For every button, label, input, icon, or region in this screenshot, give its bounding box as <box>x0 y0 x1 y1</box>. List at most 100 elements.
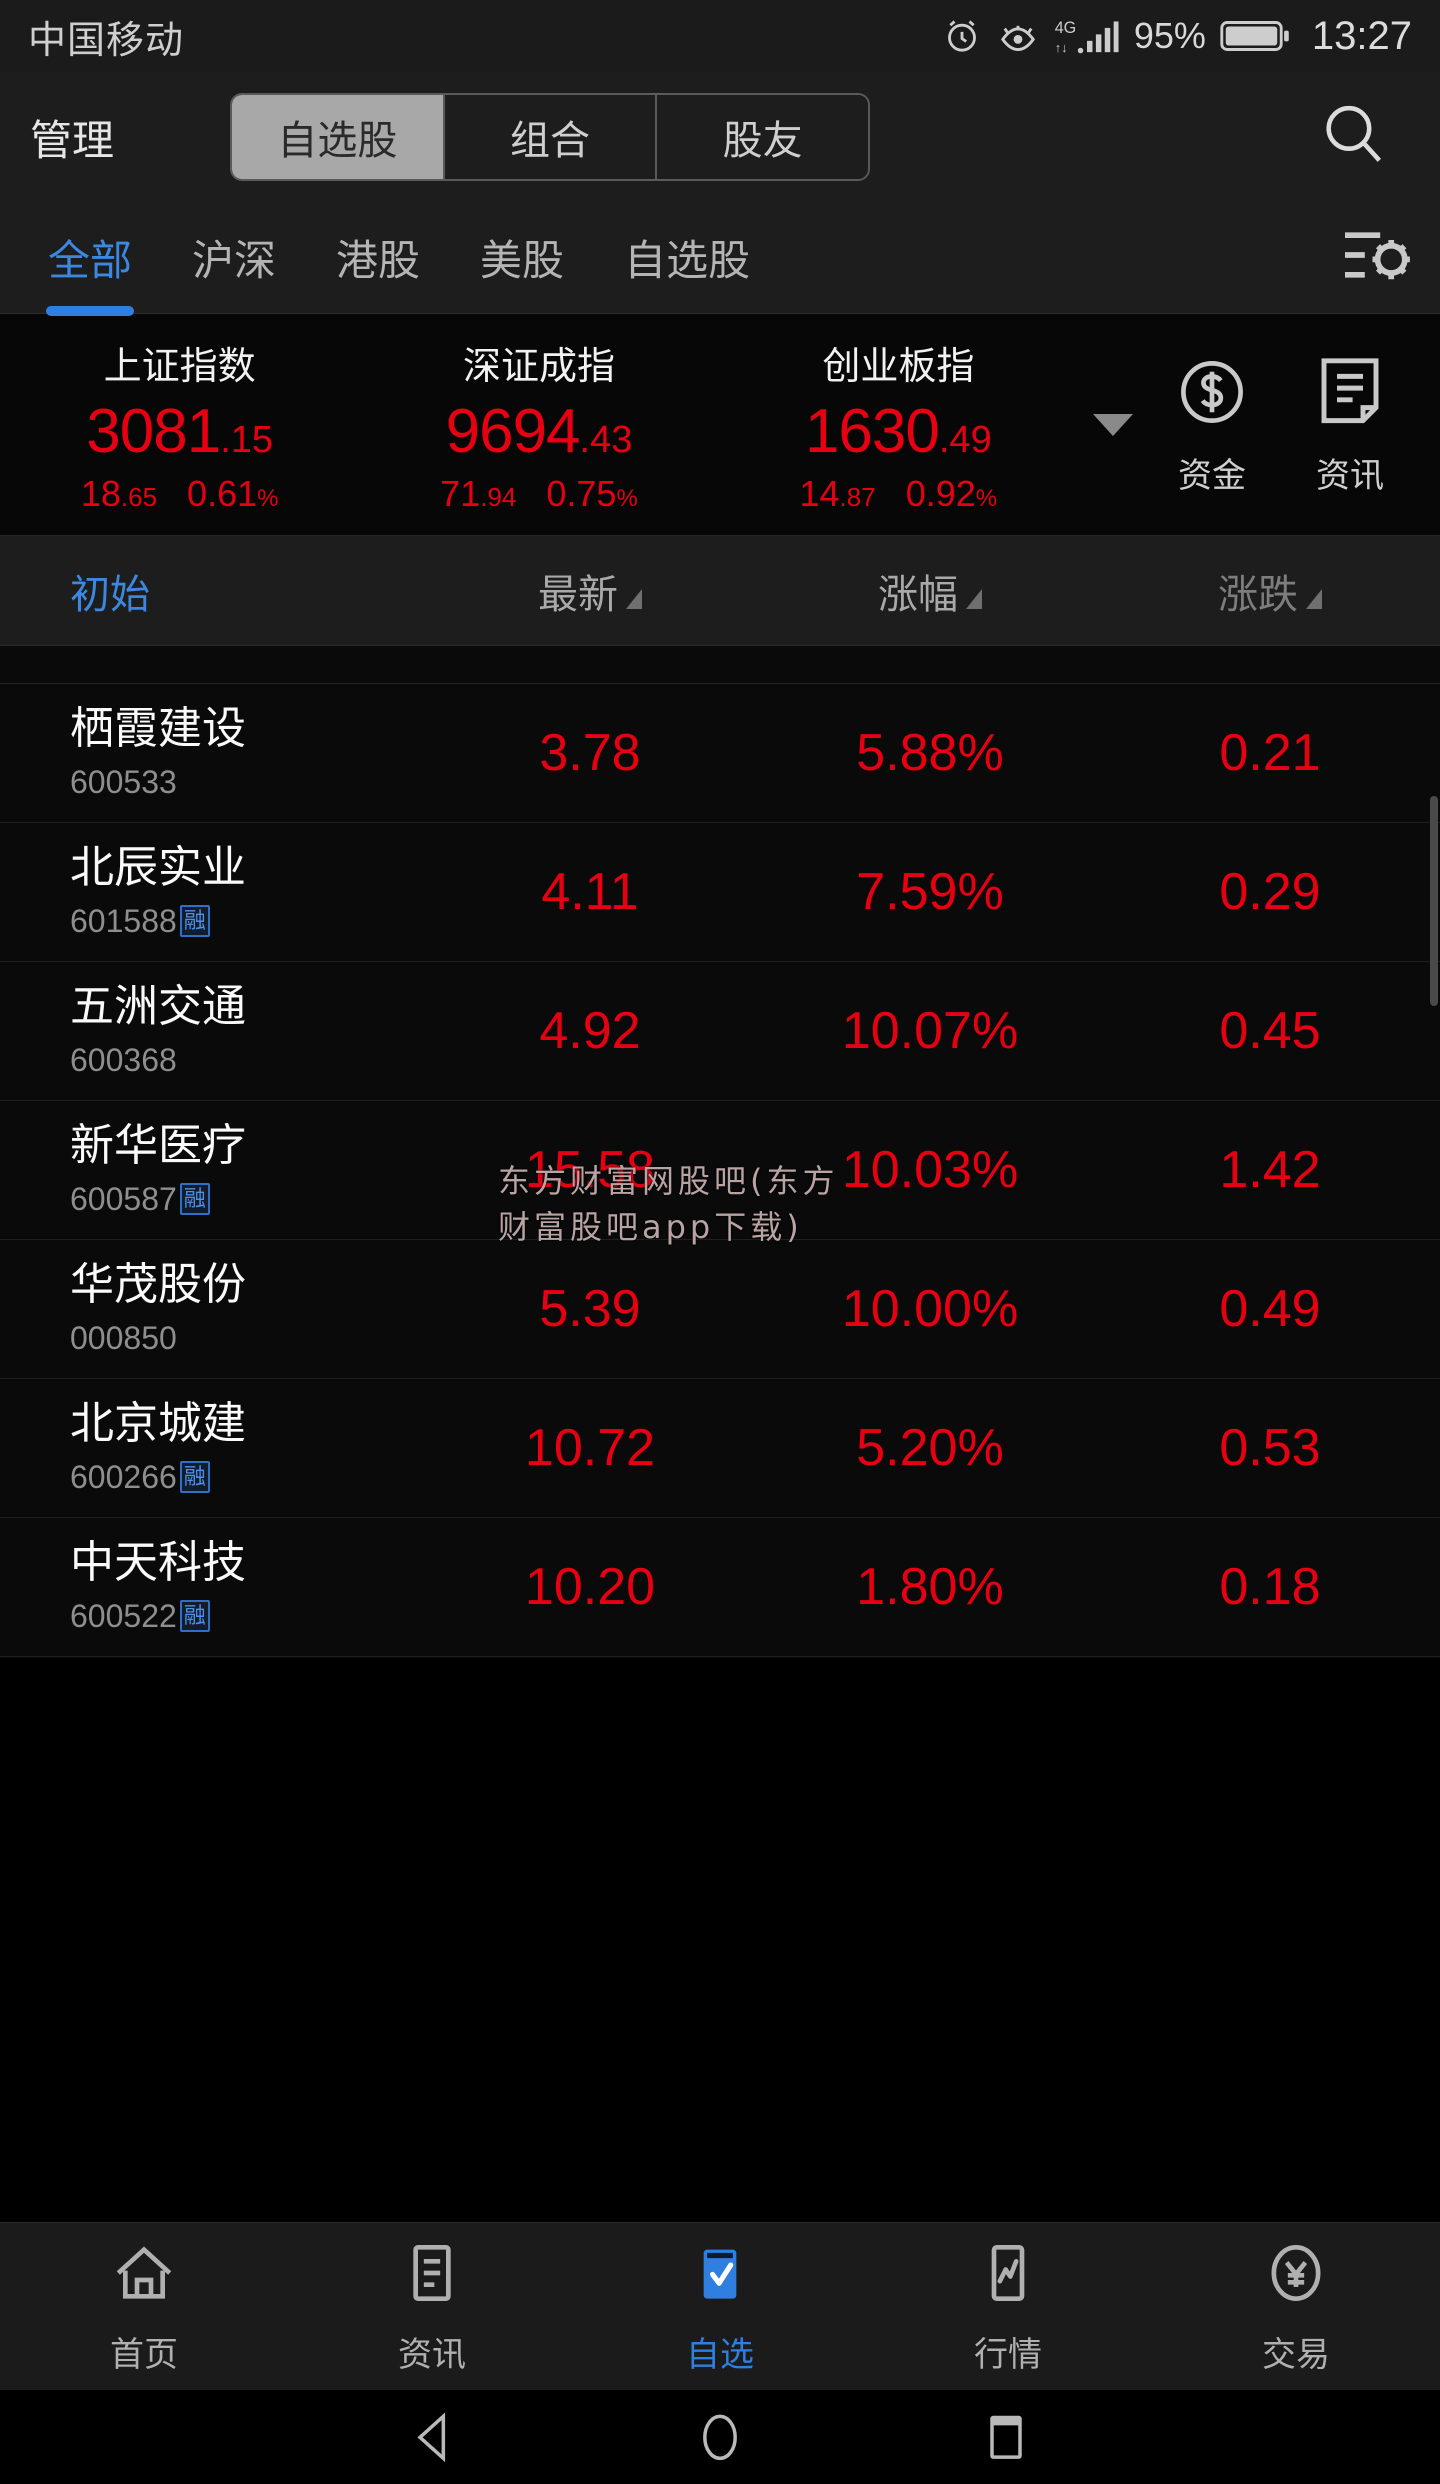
filter-settings-button[interactable] <box>1316 222 1440 293</box>
stock-name: 五洲交通 <box>70 982 246 1032</box>
tab-portfolio[interactable]: 组合 <box>444 95 658 179</box>
stock-name: 中天科技 <box>70 1538 246 1588</box>
document-icon <box>1315 353 1385 436</box>
stock-code-group: 600533 <box>70 764 420 801</box>
stock-identity: 五洲交通 600368 <box>0 982 420 1079</box>
bottom-nav-market[interactable]: 行情 <box>864 2223 1152 2390</box>
column-header-change[interactable]: 涨跌 <box>1100 562 1440 620</box>
stock-price: 3.78 <box>539 724 641 782</box>
segmented-control: 自选股 组合 股友 <box>230 93 870 181</box>
index-change-pct: 0.75% <box>546 472 638 514</box>
table-row[interactable]: 栖霞建设 600533 3.78 5.88% 0.21 <box>0 684 1440 823</box>
stock-change-pct: 1.80% <box>856 1558 1004 1616</box>
stock-change: 0.49 <box>1219 1280 1321 1338</box>
top-nav-bar: 管理 自选股 组合 股友 <box>0 72 1440 202</box>
chart-icon <box>973 2238 1043 2313</box>
bottom-nav-label: 交易 <box>1262 2335 1330 2374</box>
recents-square-icon[interactable] <box>978 2407 1034 2468</box>
index-name: 创业板指 <box>822 345 975 388</box>
column-label: 涨幅 <box>878 572 958 617</box>
index-value-int: 9694 <box>445 396 581 466</box>
table-row[interactable]: 五洲交通 600368 4.92 10.07% 0.45 <box>0 962 1440 1101</box>
index-value: 9694 .43 <box>446 396 633 467</box>
eye-icon <box>996 18 1040 54</box>
stock-change-pct: 10.00% <box>841 1280 1019 1338</box>
index-value-dec: .49 <box>938 418 992 461</box>
home-circle-icon[interactable] <box>692 2407 748 2468</box>
back-triangle-icon[interactable] <box>406 2407 462 2468</box>
stock-price: 10.72 <box>524 1419 656 1477</box>
stock-code: 600587 <box>70 1180 177 1217</box>
carrier-label: 中国移动 <box>28 19 185 62</box>
stock-identity: 华茂股份 000850 <box>0 1260 420 1356</box>
stock-code-group: 600368 <box>70 1042 420 1079</box>
table-row[interactable]: 中天科技 600522 融 10.20 1.80% 0.18 <box>0 1518 1440 1657</box>
sort-triangle-icon <box>966 588 982 609</box>
bottom-nav-label: 资讯 <box>398 2335 466 2374</box>
column-header-price[interactable]: 最新 <box>420 562 760 620</box>
filter-tab-hushen[interactable]: 沪深 <box>162 227 306 288</box>
margin-trading-badge: 融 <box>179 1183 210 1215</box>
stock-price: 5.39 <box>539 1280 641 1338</box>
column-header-initial[interactable]: 初始 <box>0 562 420 620</box>
stock-code: 600368 <box>70 1041 177 1078</box>
stock-change-pct: 10.07% <box>841 1002 1019 1060</box>
index-value: 3081 .15 <box>86 396 273 467</box>
stock-code-group: 600587 融 <box>70 1181 420 1218</box>
bottom-nav-label: 自选 <box>686 2335 754 2374</box>
funds-label: 资金 <box>1178 456 1246 495</box>
table-row[interactable]: 北京城建 600266 融 10.72 5.20% 0.53 <box>0 1379 1440 1518</box>
index-action-group: 资金 资讯 <box>1148 353 1440 497</box>
bottom-nav-trade[interactable]: 交易 <box>1152 2223 1440 2390</box>
search-button[interactable] <box>1316 97 1410 178</box>
filter-tab-us[interactable]: 美股 <box>450 227 594 288</box>
table-row[interactable]: 北辰实业 601588 融 4.11 7.59% 0.29 <box>0 823 1440 962</box>
filter-tab-all[interactable]: 全部 <box>18 227 162 288</box>
stock-identity: 北京城建 600266 融 <box>0 1399 420 1495</box>
index-item-szse[interactable]: 深证成指 9694 .43 71.94 0.75% <box>359 335 718 515</box>
manage-button[interactable]: 管理 <box>30 107 230 168</box>
battery-percent-label: 95% <box>1133 15 1206 56</box>
stock-change: 0.21 <box>1219 724 1321 782</box>
news-button[interactable]: 资讯 <box>1286 353 1414 497</box>
stock-change-pct: 10.03% <box>841 1141 1019 1199</box>
battery-icon <box>1220 17 1292 55</box>
filter-tab-watchlist[interactable]: 自选股 <box>594 227 762 288</box>
index-value-dec: .15 <box>220 418 274 461</box>
column-label: 最新 <box>538 572 618 617</box>
bottom-nav-home[interactable]: 首页 <box>0 2223 288 2390</box>
alarm-icon <box>942 16 982 56</box>
tab-watchlist[interactable]: 自选股 <box>232 95 445 179</box>
index-value: 1630 .49 <box>805 396 992 467</box>
index-change-pct: 0.61% <box>187 472 279 514</box>
table-row[interactable]: 新华医疗 600587 融 15.58 10.03% 1.42 <box>0 1101 1440 1240</box>
bottom-nav-news[interactable]: 资讯 <box>288 2223 576 2390</box>
bottom-nav-watchlist[interactable]: 自选 <box>576 2223 864 2390</box>
column-header-change-pct[interactable]: 涨幅 <box>760 562 1100 620</box>
stock-code: 601588 <box>70 902 177 939</box>
stock-name: 北京城建 <box>70 1399 246 1449</box>
table-row[interactable]: 华茂股份 000850 5.39 10.00% 0.49 <box>0 1240 1440 1379</box>
stock-code-group: 600522 融 <box>70 1598 420 1635</box>
stock-list[interactable]: 600531 栖霞建设 600533 3.78 5.88% 0.21 北辰实业 … <box>0 646 1440 1658</box>
sort-triangle-icon <box>1306 588 1322 609</box>
list-item-partial[interactable]: 600531 <box>0 646 1440 684</box>
filter-tab-hk[interactable]: 港股 <box>306 227 450 288</box>
index-change-group: 71.94 0.75% <box>440 473 638 515</box>
stock-identity: 中天科技 600522 融 <box>0 1538 420 1635</box>
index-expand-button[interactable] <box>1078 413 1148 436</box>
index-item-sse[interactable]: 上证指数 3081 .15 18.65 0.61% <box>0 335 359 515</box>
index-value-dec: .43 <box>579 418 633 461</box>
tab-friends[interactable]: 股友 <box>657 95 868 179</box>
index-value-int: 1630 <box>804 396 940 466</box>
stock-name: 北辰实业 <box>70 843 246 893</box>
stock-price: 15.58 <box>524 1141 656 1199</box>
stock-change-pct: 5.20% <box>856 1419 1004 1477</box>
sort-triangle-icon <box>626 588 642 609</box>
index-item-chinext[interactable]: 创业板指 1630 .49 14.87 0.92% <box>719 335 1078 515</box>
index-name: 上证指数 <box>103 345 256 388</box>
stock-code: 600533 <box>70 763 177 800</box>
funds-button[interactable]: 资金 <box>1148 353 1276 497</box>
column-label: 涨跌 <box>1218 572 1298 617</box>
list-scrollbar[interactable] <box>1430 796 1438 1006</box>
